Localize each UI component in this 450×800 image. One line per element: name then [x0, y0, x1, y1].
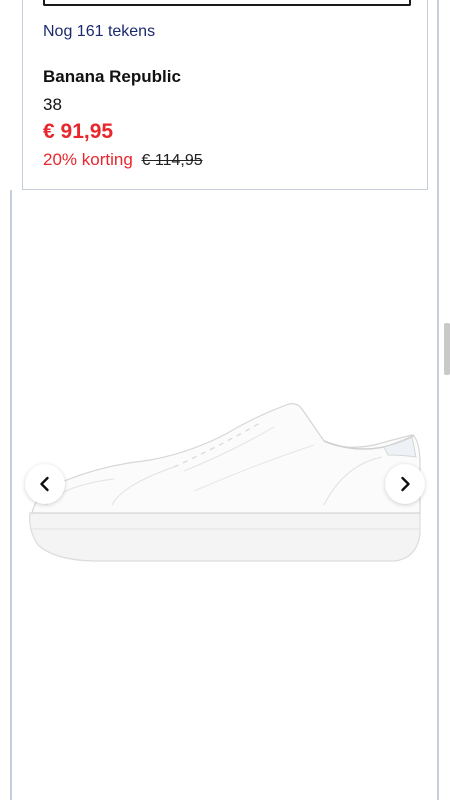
panel-border-left	[10, 190, 12, 800]
discount-label: 20% korting	[43, 150, 133, 169]
product-brand: Banana Republic	[43, 67, 181, 86]
gallery-prev-button[interactable]	[25, 464, 65, 504]
panel-border-right	[437, 0, 439, 800]
product-price: € 91,95	[43, 120, 114, 143]
card-border-left	[22, 0, 23, 190]
product-image[interactable]	[24, 395, 424, 575]
chevron-left-icon	[40, 476, 49, 492]
character-counter: Nog 161 tekens	[43, 23, 156, 40]
message-textarea[interactable]	[43, 0, 411, 6]
original-price: € 114,95	[141, 152, 203, 169]
card-border-right	[427, 0, 428, 190]
chevron-right-icon	[401, 476, 410, 492]
gallery-next-button[interactable]	[385, 464, 425, 504]
scrollbar-thumb[interactable]	[444, 323, 450, 375]
discount-info: 20% korting € 114,95	[43, 150, 203, 170]
section-divider	[22, 189, 428, 190]
product-size: 38	[43, 95, 62, 114]
